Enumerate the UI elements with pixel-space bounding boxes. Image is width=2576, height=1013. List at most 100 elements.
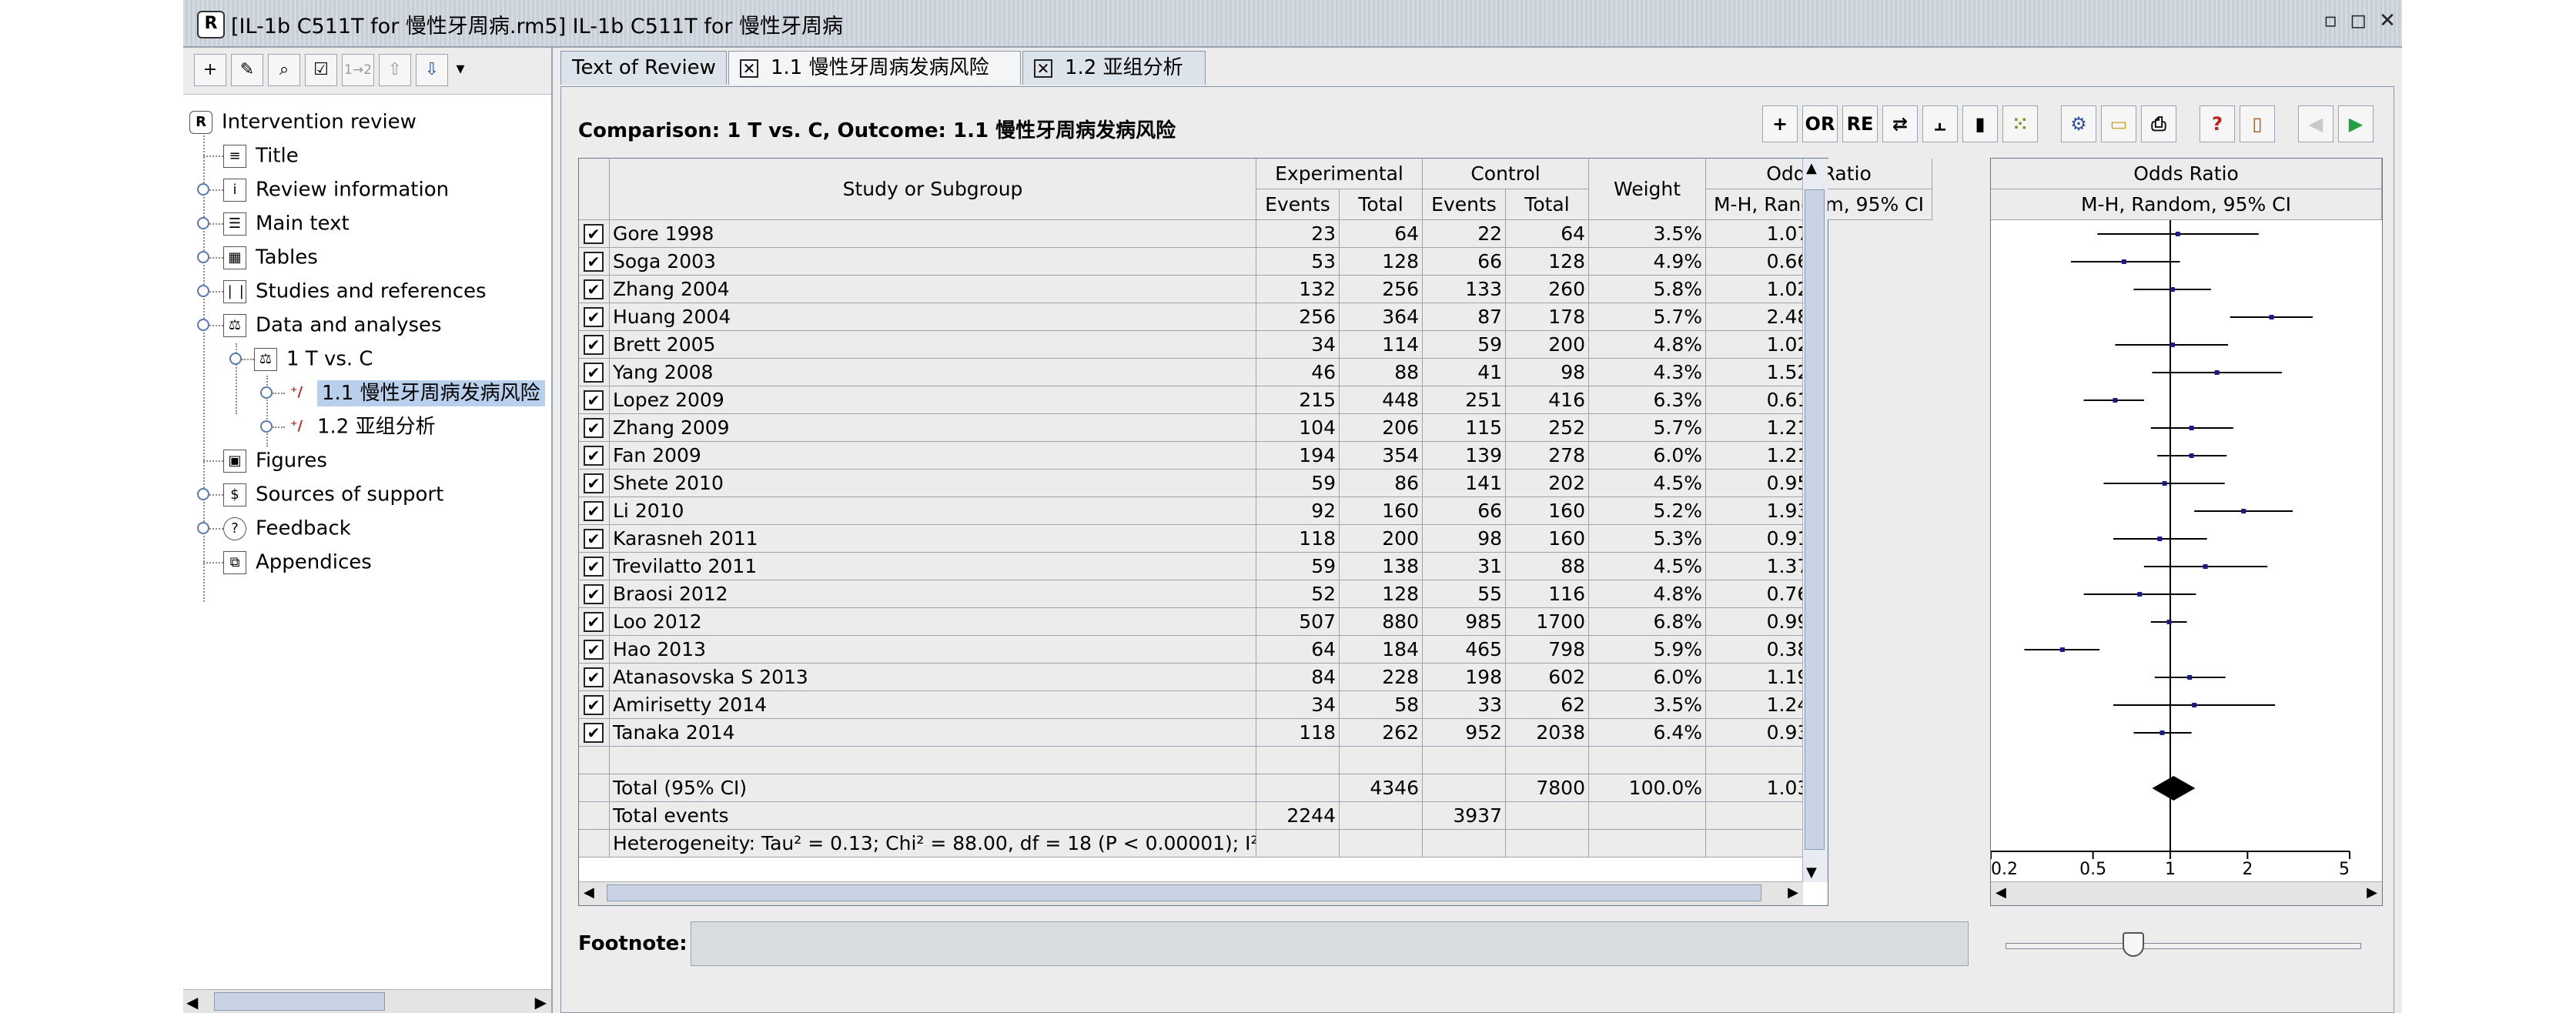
tree-root-intervention-review[interactable]: R Intervention review: [189, 106, 417, 137]
cell-c-ev[interactable]: 251: [1423, 386, 1506, 413]
cell-or[interactable]: 2.48 [1.71, 3.59]: [1706, 303, 1803, 330]
cell-c-tot[interactable]: 88: [1506, 553, 1589, 580]
cell-e-ev[interactable]: 118: [1256, 525, 1340, 552]
cell-e-tot[interactable]: 114: [1340, 331, 1423, 358]
study-name-cell[interactable]: Brett 2005: [610, 331, 1256, 358]
cell-c-tot[interactable]: 278: [1506, 442, 1589, 469]
tree-item-outcome-1-2[interactable]: ⁺∕ 1.2 亚组分析: [285, 411, 436, 442]
table-row[interactable]: ✔ Shete 201059861412024.5%0.95 [0.55, 1.6…: [579, 470, 1803, 497]
cell-e-tot[interactable]: 354: [1340, 442, 1423, 469]
cell-e-ev[interactable]: 256: [1256, 303, 1340, 330]
close-tab-icon[interactable]: ✕: [740, 59, 758, 78]
cell-or[interactable]: 0.91 [0.60, 1.39]: [1706, 525, 1803, 552]
control-total-header[interactable]: Total: [1506, 189, 1589, 220]
cell-e-ev[interactable]: 59: [1256, 553, 1340, 580]
cell-e-ev[interactable]: 194: [1256, 442, 1340, 469]
include-study-checkbox[interactable]: ✔: [584, 473, 604, 493]
cell-e-tot[interactable]: 448: [1340, 386, 1423, 413]
cell-c-tot[interactable]: 798: [1506, 636, 1589, 663]
close-icon[interactable]: ✕: [2374, 8, 2400, 34]
cell-c-tot[interactable]: 160: [1506, 525, 1589, 552]
cell-c-tot[interactable]: 128: [1506, 248, 1589, 275]
tree-item-title[interactable]: ≡ Title: [223, 140, 299, 171]
tree-item-tables[interactable]: ▦ Tables: [223, 242, 318, 272]
cell-e-tot[interactable]: 364: [1340, 303, 1423, 330]
cell-weight[interactable]: 5.7%: [1589, 303, 1706, 330]
cell-weight[interactable]: 4.8%: [1589, 331, 1706, 358]
include-study-checkbox[interactable]: ✔: [584, 529, 604, 549]
cell-weight[interactable]: 6.8%: [1589, 608, 1706, 635]
cell-c-ev[interactable]: 33: [1423, 691, 1506, 718]
cell-or[interactable]: 1.52 [0.85, 2.72]: [1706, 359, 1803, 386]
cell-c-ev[interactable]: 59: [1423, 331, 1506, 358]
expand-handle[interactable]: [197, 251, 209, 263]
include-study-checkbox[interactable]: ✔: [584, 640, 604, 660]
cell-e-ev[interactable]: 507: [1256, 608, 1340, 635]
cell-e-tot[interactable]: 160: [1340, 497, 1423, 524]
cell-e-ev[interactable]: 46: [1256, 359, 1340, 386]
maximize-icon[interactable]: ◻: [2345, 8, 2371, 34]
cell-weight[interactable]: 5.8%: [1589, 276, 1706, 303]
study-name-cell[interactable]: Trevilatto 2011: [610, 553, 1256, 580]
cell-weight[interactable]: 5.9%: [1589, 636, 1706, 663]
include-study-checkbox[interactable]: ✔: [584, 723, 604, 743]
expand-handle[interactable]: [197, 488, 209, 500]
cell-c-tot[interactable]: 416: [1506, 386, 1589, 413]
include-study-checkbox[interactable]: ✔: [584, 584, 604, 604]
study-name-cell[interactable]: Yang 2008: [610, 359, 1256, 386]
tab-outcome-1-2[interactable]: ✕ 1.2 亚组分析: [1022, 51, 1206, 85]
cell-weight[interactable]: 6.4%: [1589, 719, 1706, 746]
dropdown-icon[interactable]: ▾: [450, 54, 471, 86]
cell-e-ev[interactable]: 34: [1256, 691, 1340, 718]
cell-c-ev[interactable]: 55: [1423, 580, 1506, 607]
footnote-field[interactable]: [691, 921, 1969, 966]
study-name-cell[interactable]: Li 2010: [610, 497, 1256, 524]
cell-c-ev[interactable]: 41: [1423, 359, 1506, 386]
study-name-cell[interactable]: Amirisetty 2014: [610, 691, 1256, 718]
cell-e-ev[interactable]: 59: [1256, 470, 1340, 496]
tab-text-of-review[interactable]: Text of Review: [560, 51, 727, 85]
table-row[interactable]: ✔ Hao 2013641844657985.9%0.38 [0.27, 0.53…: [579, 636, 1803, 664]
cell-or[interactable]: 0.76 [0.46, 1.26]: [1706, 580, 1803, 607]
cell-c-ev[interactable]: 139: [1423, 442, 1506, 469]
collapse-handle[interactable]: [229, 353, 242, 365]
expand-handle[interactable]: [197, 217, 209, 229]
cell-or[interactable]: 1.02 [0.72, 1.44]: [1706, 276, 1803, 303]
forest-horizontal-scrollbar[interactable]: ◀ ▶: [1991, 881, 2382, 905]
cell-c-ev[interactable]: 985: [1423, 608, 1506, 635]
slider-thumb[interactable]: [2122, 932, 2144, 957]
cell-or[interactable]: 1.24 [0.60, 2.56]: [1706, 691, 1803, 718]
swap-icon[interactable]: ⇄: [1882, 105, 1918, 142]
tree-item-figures[interactable]: ▣ Figures: [223, 445, 327, 476]
weight-header[interactable]: Weight: [1589, 159, 1706, 220]
cell-e-ev[interactable]: 84: [1256, 664, 1340, 690]
scroll-left-icon[interactable]: ◀: [584, 884, 594, 901]
calculator-icon[interactable]: ▮: [1962, 105, 1998, 142]
cell-c-tot[interactable]: 200: [1506, 331, 1589, 358]
include-study-checkbox[interactable]: ✔: [584, 224, 604, 244]
outline-horizontal-scrollbar[interactable]: ◀ ▶: [183, 989, 551, 1013]
cell-weight[interactable]: 4.5%: [1589, 553, 1706, 580]
study-name-cell[interactable]: Soga 2003: [610, 248, 1256, 275]
number-toggle[interactable]: 1→2: [342, 54, 374, 86]
cell-weight[interactable]: 6.0%: [1589, 442, 1706, 469]
tree-item-appendices[interactable]: ⧉ Appendices: [223, 547, 372, 577]
tree-item-main-text[interactable]: ☰ Main text: [223, 208, 350, 239]
expand-handle[interactable]: [197, 522, 209, 534]
cell-c-ev[interactable]: 87: [1423, 303, 1506, 330]
cell-e-ev[interactable]: 64: [1256, 636, 1340, 663]
table-row[interactable]: ✔Soga 200353128661284.9%0.66 [0.41, 1.09…: [579, 248, 1803, 276]
collapse-handle[interactable]: [197, 319, 209, 331]
forward-arrow-icon[interactable]: ▶: [2338, 105, 2374, 142]
cell-c-tot[interactable]: 178: [1506, 303, 1589, 330]
move-up-icon[interactable]: ⇧: [379, 54, 411, 86]
include-study-checkbox[interactable]: ✔: [584, 307, 604, 327]
include-study-checkbox[interactable]: ✔: [584, 363, 604, 383]
experimental-events-header[interactable]: Events: [1256, 189, 1340, 220]
cell-or[interactable]: 1.93 [1.24, 3.00]: [1706, 497, 1803, 524]
tree-item-feedback[interactable]: ? Feedback: [223, 513, 351, 543]
table-row[interactable]: ✔ Trevilatto 20115913831884.5%1.37 [0.79,…: [579, 553, 1803, 580]
include-study-checkbox[interactable]: ✔: [584, 612, 604, 632]
cell-weight[interactable]: 5.7%: [1589, 414, 1706, 441]
scroll-thumb[interactable]: [607, 884, 1761, 901]
